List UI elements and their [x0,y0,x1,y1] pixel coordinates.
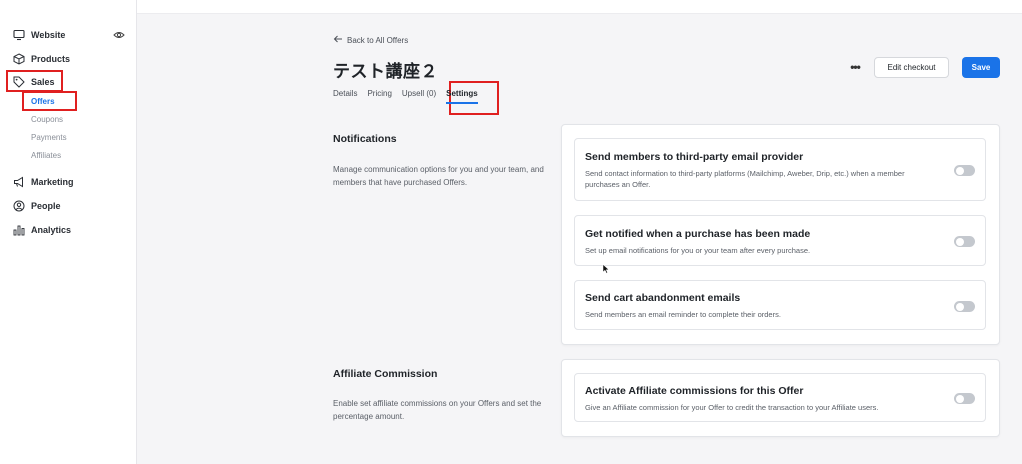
page-title: テスト講座２ [333,62,438,81]
sidebar-item-website[interactable]: Website [13,28,65,42]
card-description: Send members an email reminder to comple… [585,310,781,319]
affiliate-description: Enable set affiliate commissions on your… [333,399,542,421]
card-description: Set up email notifications for you or yo… [585,246,811,255]
top-bar [137,0,1022,14]
sidebar-item-label: Marketing [31,177,74,187]
sidebar-item-people[interactable]: People [13,199,61,213]
box-icon [13,53,25,65]
cart-abandonment-toggle[interactable] [954,301,975,312]
megaphone-icon [13,176,25,188]
tab-upsell[interactable]: Upsell (0) [402,89,436,98]
sidebar-item-marketing[interactable]: Marketing [13,175,74,189]
monitor-icon [13,29,25,41]
notification-card: Send members to third-party email provid… [574,138,986,201]
tab-details[interactable]: Details [333,89,357,98]
affiliate-card: Activate Affiliate commissions for this … [574,373,986,422]
affiliate-commission-toggle[interactable] [954,393,975,404]
sidebar-item-analytics[interactable]: Analytics [13,223,71,237]
arrow-left-icon [333,35,343,45]
card-title: Send cart abandonment emails [585,292,741,304]
tab-settings[interactable]: Settings [446,89,478,104]
highlight-settings-tab [449,81,499,115]
bar-chart-icon [13,224,25,236]
sidebar-item-products[interactable]: Products [13,52,70,66]
tab-pricing[interactable]: Pricing [367,89,391,98]
purchase-notification-toggle[interactable] [954,236,975,247]
eye-icon[interactable] [113,29,125,41]
card-title: Activate Affiliate commissions for this … [585,385,804,397]
affiliate-title: Affiliate Commission [333,368,438,380]
card-description: Give an Affiliate commission for your Of… [585,403,879,412]
sidebar-item-label: People [31,201,61,211]
sidebar-subitem-coupons[interactable]: Coupons [31,115,63,124]
card-title: Get notified when a purchase has been ma… [585,228,811,240]
offer-tabs: Details Pricing Upsell (0) Settings [333,89,478,104]
sidebar-item-label: Website [31,30,66,40]
card-title: Send members to third-party email provid… [585,151,804,163]
highlight-sales [6,70,63,92]
edit-checkout-button[interactable]: Edit checkout [874,57,949,78]
notification-card: Send cart abandonment emails Send member… [574,280,986,330]
back-link[interactable]: Back to All Offers [333,35,408,45]
notification-card: Get notified when a purchase has been ma… [574,215,986,266]
back-link-label: Back to All Offers [347,35,409,45]
sidebar-subitem-payments[interactable]: Payments [31,133,67,142]
sidebar-item-label: Analytics [31,225,72,235]
sidebar-subitem-affiliates[interactable]: Affiliates [31,151,61,160]
highlight-offers [22,91,77,111]
notifications-description: Manage communication options for you and… [333,165,544,187]
sidebar-item-label: Products [31,54,71,64]
cursor-icon [602,264,610,274]
more-options-button[interactable]: ••• [847,59,863,75]
person-icon [13,200,25,212]
notifications-title: Notifications [333,133,397,145]
third-party-email-toggle[interactable] [954,165,975,176]
card-description: Send contact information to third-party … [585,169,905,189]
save-button[interactable]: Save [962,57,1000,78]
